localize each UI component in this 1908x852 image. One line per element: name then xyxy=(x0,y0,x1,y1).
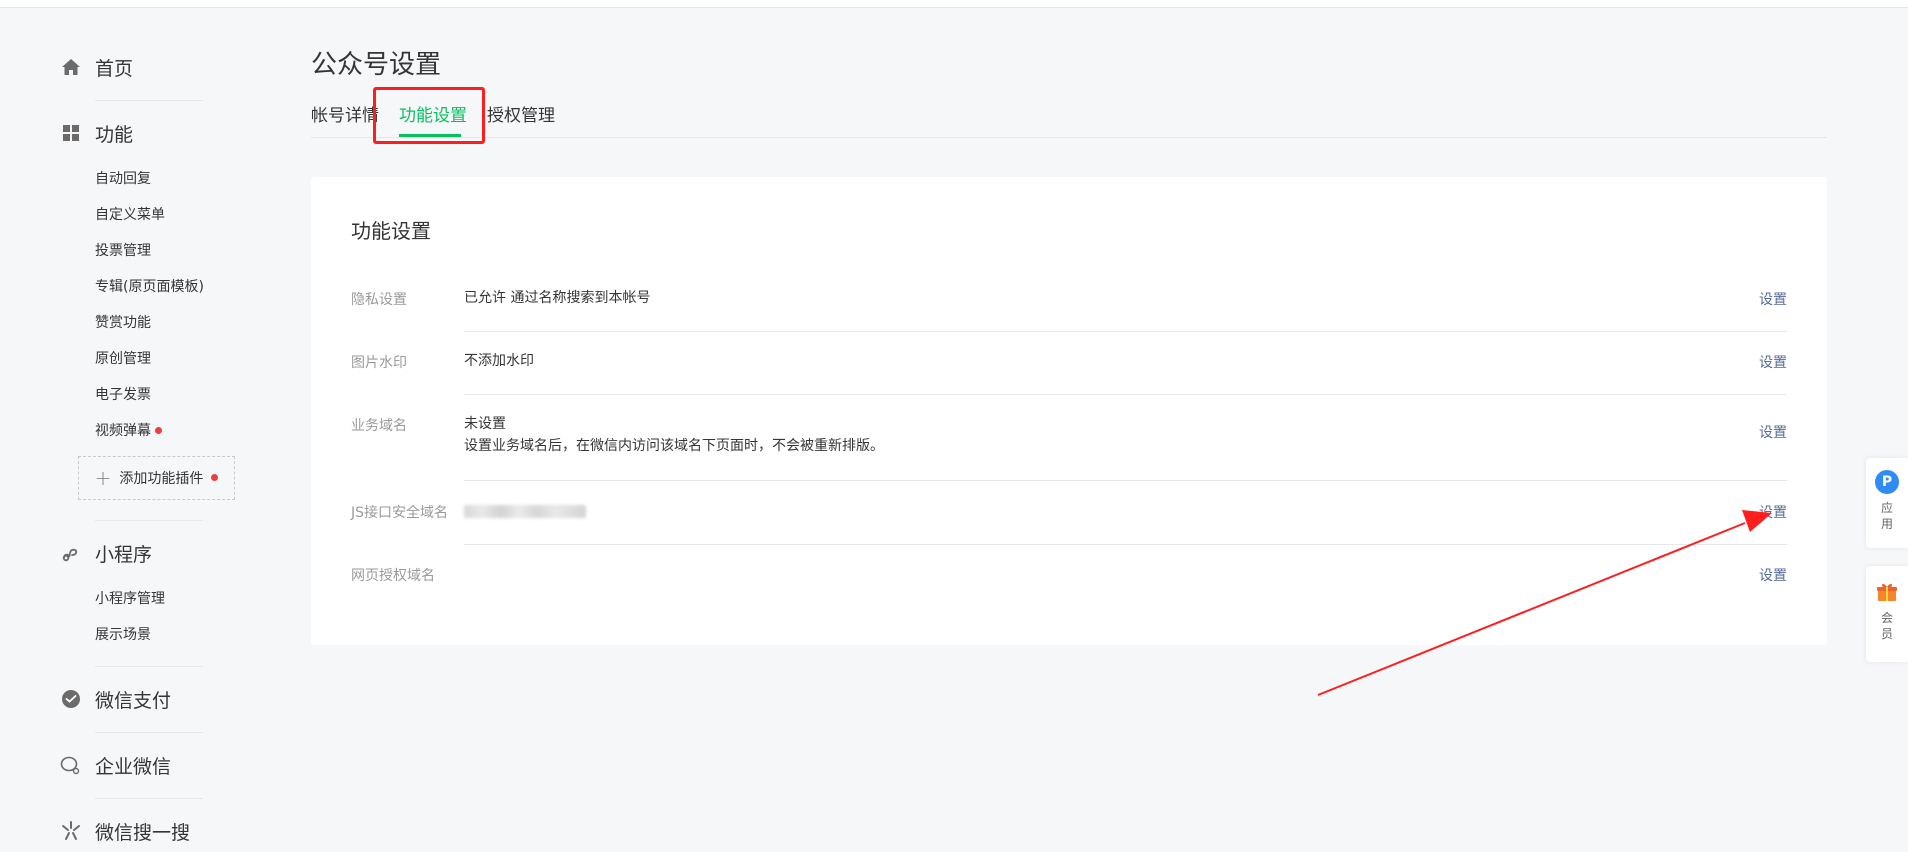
watermark-settings-link[interactable]: 设置 xyxy=(1759,352,1787,372)
js-domain-settings-link[interactable]: 设置 xyxy=(1759,502,1787,522)
setting-value: 已允许 通过名称搜索到本帐号 xyxy=(464,290,651,306)
sidebar-item-label: 功能 xyxy=(95,123,134,146)
setting-row-js-domain: JS接口安全域名 设置 xyxy=(351,500,1787,545)
sidebar-item-miniprogram[interactable]: 小程序 xyxy=(60,538,152,568)
sidebar-subitem-label: 视频弹幕 xyxy=(95,423,151,439)
sidebar-subitem-invoice[interactable]: 电子发票 xyxy=(95,384,151,404)
divider xyxy=(95,666,203,667)
home-icon xyxy=(60,56,82,78)
setting-label: 业务域名 xyxy=(351,418,407,434)
sidebar-subitem-custom-menu[interactable]: 自定义菜单 xyxy=(95,204,165,224)
page-title: 公众号设置 xyxy=(311,50,442,80)
add-plugin-button[interactable]: + 添加功能插件 xyxy=(78,456,235,500)
wechat-search-icon xyxy=(60,820,82,842)
wechat-pay-icon xyxy=(60,688,82,710)
tab-authorization[interactable]: 授权管理 xyxy=(487,104,555,138)
sidebar: 首页 功能 自动回复 自定义菜单 投票管理 专辑(原页面模板) 赞赏功能 原创管… xyxy=(0,8,250,852)
setting-row-privacy: 隐私设置 已允许 通过名称搜索到本帐号 设置 xyxy=(351,289,1787,332)
sidebar-item-label: 微信搜一搜 xyxy=(95,821,191,844)
sidebar-subitem-reward[interactable]: 赞赏功能 xyxy=(95,312,151,332)
setting-row-oauth-domain: 网页授权域名 设置 xyxy=(351,565,1787,605)
sidebar-subitem-showcase[interactable]: 展示场景 xyxy=(95,624,151,644)
row-divider xyxy=(464,480,1787,481)
redacted-value xyxy=(464,504,586,518)
top-bar xyxy=(0,0,1908,8)
divider xyxy=(95,732,203,733)
setting-description: 设置业务域名后，在微信内访问该域名下页面时，不会被重新排版。 xyxy=(464,438,884,454)
row-divider xyxy=(464,394,1787,395)
sidebar-item-wechat-pay[interactable]: 微信支付 xyxy=(60,684,171,714)
tab-bar: 帐号详情 功能设置 授权管理 xyxy=(311,104,1827,138)
sidebar-subitem-miniprogram-manage[interactable]: 小程序管理 xyxy=(95,588,165,608)
setting-label: 网页授权域名 xyxy=(351,568,435,584)
sidebar-item-wechat-search[interactable]: 微信搜一搜 xyxy=(60,816,190,846)
row-divider xyxy=(464,544,1787,545)
sidebar-subitem-auto-reply[interactable]: 自动回复 xyxy=(95,168,151,188)
divider xyxy=(95,798,203,799)
setting-label: 隐私设置 xyxy=(351,292,407,308)
notification-dot xyxy=(155,426,162,434)
setting-label: JS接口安全域名 xyxy=(351,505,449,521)
float-app-label: 应用 xyxy=(1880,501,1893,531)
sidebar-item-home[interactable]: 首页 xyxy=(60,52,133,82)
setting-value-redacted xyxy=(464,500,586,522)
settings-card: 功能设置 隐私设置 已允许 通过名称搜索到本帐号 设置 图片水印 不添加水印 设… xyxy=(311,177,1827,645)
work-wechat-icon xyxy=(60,754,82,776)
sidebar-item-label: 微信支付 xyxy=(95,689,172,712)
setting-label: 图片水印 xyxy=(351,355,407,371)
privacy-settings-link[interactable]: 设置 xyxy=(1759,289,1787,309)
add-plugin-label: 添加功能插件 xyxy=(119,471,204,487)
setting-value: 未设置 xyxy=(464,416,506,432)
sidebar-subitem-album[interactable]: 专辑(原页面模板) xyxy=(95,276,204,296)
setting-row-business-domain: 业务域名 未设置 设置业务域名后，在微信内访问该域名下页面时，不会被重新排版。 … xyxy=(351,415,1787,481)
float-app-button[interactable]: P 应用 xyxy=(1866,458,1908,548)
notification-dot xyxy=(211,473,219,481)
miniprogram-icon xyxy=(60,542,82,564)
float-member-button[interactable]: 会员 xyxy=(1866,566,1908,662)
setting-row-watermark: 图片水印 不添加水印 设置 xyxy=(351,352,1787,395)
divider xyxy=(95,520,203,521)
business-domain-settings-link[interactable]: 设置 xyxy=(1759,422,1787,442)
sidebar-subitem-vote[interactable]: 投票管理 xyxy=(95,240,151,260)
sidebar-subitem-original[interactable]: 原创管理 xyxy=(95,348,151,368)
tab-function-settings[interactable]: 功能设置 xyxy=(399,104,467,138)
gift-icon xyxy=(1876,582,1898,606)
sidebar-item-label: 首页 xyxy=(95,57,134,80)
sidebar-item-label: 企业微信 xyxy=(95,755,172,778)
app-icon: P xyxy=(1875,470,1899,494)
grid-icon xyxy=(60,122,82,144)
tab-account-details[interactable]: 帐号详情 xyxy=(311,104,379,138)
card-title: 功能设置 xyxy=(351,219,431,243)
setting-value: 不添加水印 xyxy=(464,353,534,369)
sidebar-subitem-video-danmaku[interactable]: 视频弹幕 xyxy=(95,420,162,440)
float-member-label: 会员 xyxy=(1880,611,1893,641)
sidebar-item-work-wechat[interactable]: 企业微信 xyxy=(60,750,171,780)
divider xyxy=(95,100,203,101)
sidebar-item-function[interactable]: 功能 xyxy=(60,118,133,148)
row-divider xyxy=(464,331,1787,332)
oauth-domain-settings-link[interactable]: 设置 xyxy=(1759,565,1787,585)
plus-icon: + xyxy=(94,466,112,490)
sidebar-item-label: 小程序 xyxy=(95,543,153,566)
active-tab-indicator xyxy=(399,134,461,137)
